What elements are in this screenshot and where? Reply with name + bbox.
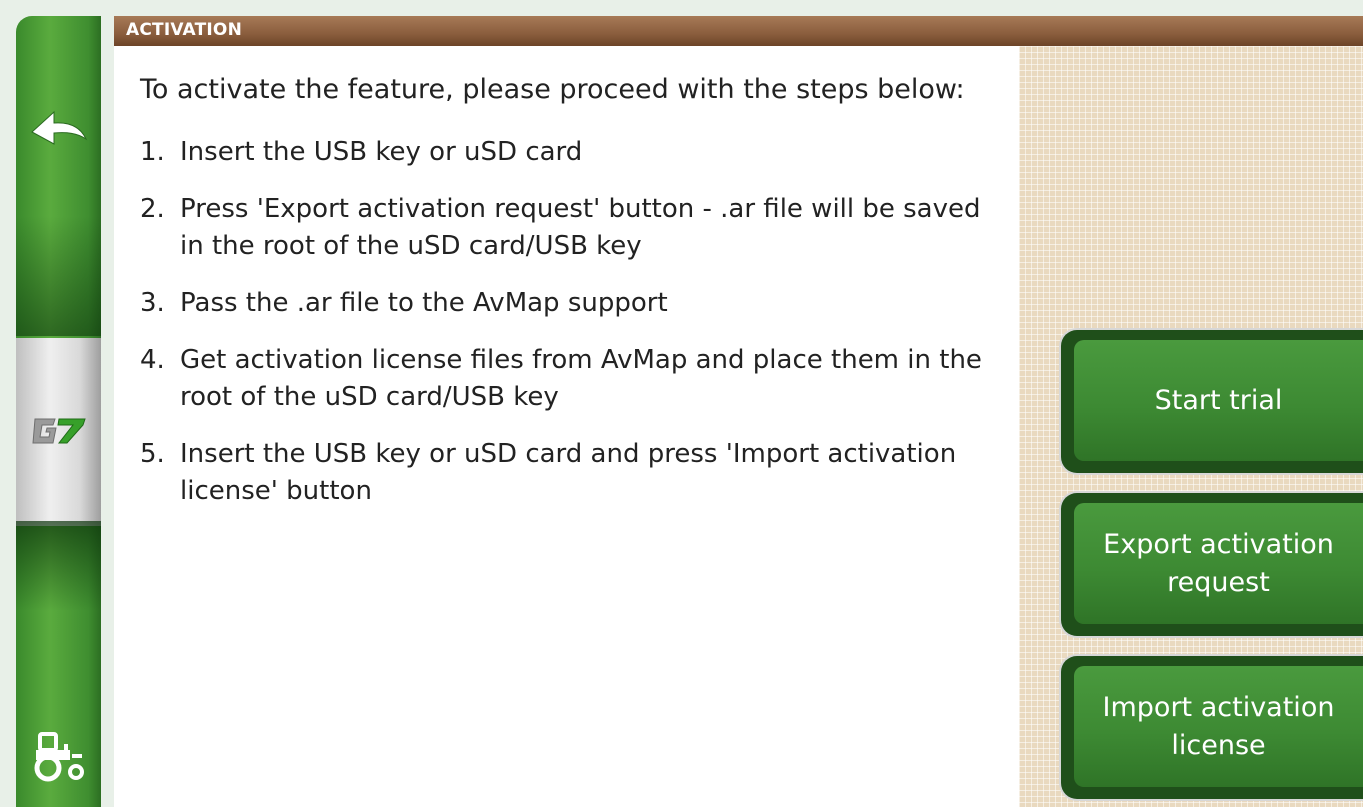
back-button[interactable]: [16, 91, 101, 171]
start-trial-button-face: Start trial: [1074, 340, 1363, 461]
step-item: 1. Insert the USB key or uSD card: [140, 134, 1010, 171]
step-item: 5. Insert the USB key or uSD card and pr…: [140, 436, 1010, 510]
import-activation-license-button[interactable]: Import activation license: [1061, 656, 1363, 799]
sidebar: [16, 16, 101, 807]
instructions-panel: To activate the feature, please proceed …: [114, 46, 1019, 807]
step-text: Pass the .ar file to the AvMap support: [180, 288, 668, 318]
steps-list: 1. Insert the USB key or uSD card 2. Pre…: [140, 134, 1010, 530]
step-text: Press 'Export activation request' button…: [180, 194, 981, 261]
start-trial-label: Start trial: [1154, 384, 1283, 416]
app-screen: ACTIVATION To activate the feature, plea…: [0, 0, 1363, 807]
step-text: Insert the USB key or uSD card and press…: [180, 439, 957, 506]
tractor-button[interactable]: [16, 716, 101, 796]
export-activation-request-button[interactable]: Export activation request: [1061, 493, 1363, 636]
tractor-icon: [34, 732, 84, 782]
sidebar-shade-bottom: [16, 521, 101, 611]
step-item: 3. Pass the .ar file to the AvMap suppor…: [140, 285, 1010, 322]
step-number: 2.: [140, 194, 165, 224]
step-number: 5.: [140, 439, 165, 469]
import-activation-license-label: Import activation license: [1102, 691, 1335, 761]
step-text: Insert the USB key or uSD card: [180, 137, 583, 167]
header-bar: ACTIVATION: [114, 16, 1363, 46]
back-arrow-icon: [30, 110, 87, 145]
export-activation-request-label: Export activation request: [1103, 528, 1334, 598]
step-item: 2. Press 'Export activation request' but…: [140, 191, 1010, 265]
actions-panel: Start trial Export activation request Im…: [1019, 46, 1363, 807]
import-activation-license-button-face: Import activation license: [1074, 666, 1363, 787]
step-number: 4.: [140, 345, 165, 375]
g7-logo-icon: [31, 418, 86, 444]
step-number: 1.: [140, 137, 165, 167]
sidebar-shade-top: [16, 216, 101, 336]
page-title: ACTIVATION: [126, 20, 242, 40]
intro-text: To activate the feature, please proceed …: [140, 74, 965, 105]
export-activation-request-button-face: Export activation request: [1074, 503, 1363, 624]
step-number: 3.: [140, 288, 165, 318]
g7-logo-button[interactable]: [16, 396, 101, 466]
start-trial-button[interactable]: Start trial: [1061, 330, 1363, 473]
step-text: Get activation license files from AvMap …: [180, 345, 982, 412]
step-item: 4. Get activation license files from AvM…: [140, 342, 1010, 416]
